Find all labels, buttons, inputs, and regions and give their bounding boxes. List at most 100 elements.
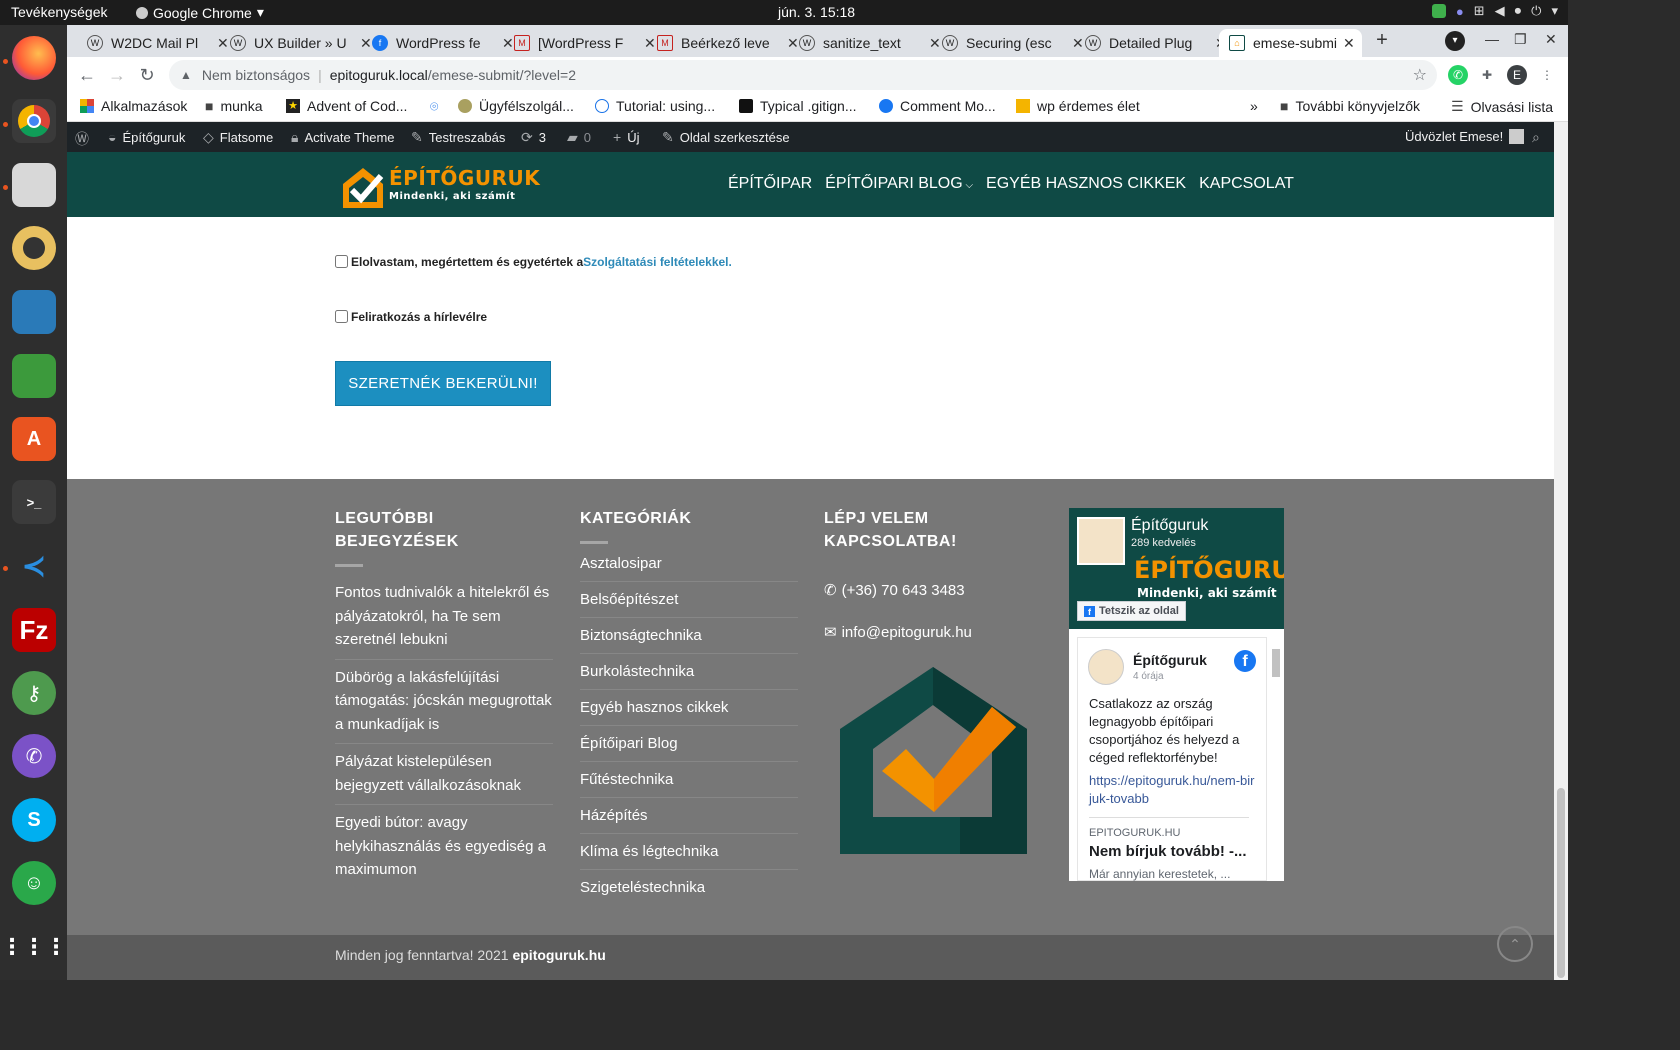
wp-account[interactable]: Üdvözlet Emese! (1405, 129, 1525, 144)
wp-new[interactable]: + Új (613, 129, 639, 145)
calc-icon[interactable] (12, 354, 56, 398)
back-icon[interactable]: ← (75, 63, 99, 87)
wp-site-name[interactable]: ◒ Építőguruk (108, 129, 185, 145)
skype-icon[interactable]: S (12, 798, 56, 842)
menu-kebab-icon[interactable]: ⋮ (1537, 65, 1557, 85)
terms-checkbox-row[interactable]: Elolvastam, megértettem és egyetértek aS… (335, 255, 732, 269)
terminal-icon[interactable]: >_ (12, 480, 56, 524)
activities-button[interactable]: Tevékenységek (11, 4, 108, 20)
wp-flatsome[interactable]: ◇ Flatsome (203, 129, 273, 146)
recent-post-link[interactable]: Pályázat kistelepülésen bejegyzett válla… (335, 744, 553, 805)
bookmark-folder[interactable]: ■ munka (205, 98, 263, 114)
chevron-down-icon[interactable]: ▾ (1551, 3, 1558, 19)
writer-icon[interactable] (12, 290, 56, 334)
nav-item-kapcsolat[interactable]: KAPCSOLAT (1199, 175, 1294, 193)
page-scrollbar[interactable] (1554, 122, 1568, 980)
linux-app-icon[interactable]: ☺ (12, 861, 56, 905)
tab[interactable]: W Securing (esc ✕ (932, 29, 1084, 57)
category-link[interactable]: Építőipari Blog (580, 726, 798, 762)
bookmark[interactable]: Tutorial: using... (595, 98, 715, 114)
terms-checkbox[interactable] (335, 255, 348, 268)
tab[interactable]: W W2DC Mail Pl ✕ (77, 29, 229, 57)
bookmark[interactable]: ⌾ (430, 98, 438, 115)
restore-icon[interactable]: ❐ (1514, 31, 1527, 48)
bookmarks-overflow-button[interactable]: » (1250, 98, 1258, 114)
bookmark[interactable]: Comment Mo... (879, 98, 996, 114)
bookmark-apps[interactable]: Alkalmazások (80, 98, 187, 114)
copyright-site[interactable]: epitoguruk.hu (512, 947, 605, 963)
category-link[interactable]: Asztalosipar (580, 546, 798, 582)
warning-icon[interactable]: ▲ (180, 68, 192, 82)
back-to-top-button[interactable]: ⌃ (1497, 926, 1533, 962)
bookmark[interactable]: Ügyfélszolgál... (458, 98, 574, 114)
fb-scrollbar[interactable] (1272, 637, 1280, 881)
fb-like-button[interactable]: f Tetszik az oldal (1077, 601, 1186, 621)
nav-item-blog[interactable]: ÉPÍTŐIPARI BLOG ⌵ (825, 175, 973, 193)
close-icon[interactable]: ✕ (1343, 35, 1355, 52)
wp-logo-button[interactable]: Ⓦ (75, 129, 89, 149)
category-link[interactable]: Házépítés (580, 798, 798, 834)
recent-post-link[interactable]: Fontos tudnivalók a hitelekről és pályáz… (335, 575, 553, 660)
forward-icon[interactable]: → (105, 63, 129, 87)
category-link[interactable]: Fűtéstechnika (580, 762, 798, 798)
software-icon[interactable]: A (12, 417, 56, 461)
whatsapp-extension-icon[interactable]: ✆ (1448, 65, 1468, 85)
tab[interactable]: WDetailed Plug✕ (1075, 29, 1227, 57)
site-logo[interactable]: ÉPÍTŐGURUK Mindenki, aki számít (339, 162, 540, 210)
wp-customize[interactable]: ✎ Testreszabás (411, 129, 505, 146)
category-link[interactable]: Belsőépítészet (580, 582, 798, 618)
category-link[interactable]: Biztonságtechnika (580, 618, 798, 654)
wp-updates[interactable]: ⟳ 3 (521, 129, 546, 146)
filezilla-icon[interactable]: Fz (12, 608, 56, 652)
fb-post-time[interactable]: 4 órája (1133, 671, 1164, 682)
app-menu[interactable]: Google Chrome ▾ (136, 4, 264, 21)
new-tab-button[interactable]: + (1370, 29, 1394, 53)
recent-post-link[interactable]: Egyedi bútor: avagy helykihasználás és e… (335, 805, 553, 889)
fb-post-link[interactable]: https://epitoguruk.hu/nem-birjuk-tovabb (1089, 772, 1257, 808)
power-icon[interactable]: ⏻ (1531, 3, 1541, 19)
firefox-icon[interactable] (12, 36, 56, 80)
contact-phone[interactable]: ✆ (+36) 70 643 3483 (824, 581, 1042, 600)
address-bar[interactable]: ▲ Nem biztonságos | epitoguruk.local /em… (169, 60, 1437, 90)
clock[interactable]: jún. 3. 15:18 (778, 4, 855, 20)
category-link[interactable]: Burkolástechnika (580, 654, 798, 690)
category-link[interactable]: Egyéb hasznos cikkek (580, 690, 798, 726)
terms-link[interactable]: Szolgáltatási feltételekkel. (583, 255, 732, 269)
tab[interactable]: M [WordPress F ✕ (504, 29, 656, 57)
security-label[interactable]: Nem biztonságos (202, 67, 310, 83)
category-link[interactable]: Klíma és légtechnika (580, 834, 798, 870)
tab-search-icon[interactable]: ▾ (1445, 31, 1465, 51)
bookmark-star-icon[interactable]: ☆ (1413, 65, 1427, 85)
close-window-icon[interactable]: ✕ (1545, 31, 1557, 48)
tab[interactable]: Wsanitize_text ✕ (789, 29, 941, 57)
scroll-thumb[interactable] (1557, 788, 1565, 978)
nav-item-epitoipar[interactable]: ÉPÍTŐIPAR (728, 175, 812, 193)
newsletter-checkbox[interactable] (335, 310, 348, 323)
scroll-thumb[interactable] (1272, 649, 1280, 677)
fb-link-title[interactable]: Nem bírjuk tovább! -... (1089, 843, 1249, 860)
reload-icon[interactable]: ↻ (135, 63, 159, 87)
nav-item-egyeb[interactable]: EGYÉB HASZNOS CIKKEK (986, 175, 1186, 193)
tab[interactable]: M Beérkező leve ✕ (647, 29, 799, 57)
contact-email[interactable]: ✉ info@epitoguruk.hu (824, 623, 1042, 642)
teams-icon[interactable]: ● (1456, 4, 1464, 19)
wp-activate-theme[interactable]: 🔒︎ Activate Theme (291, 129, 395, 146)
bookmark[interactable]: wp érdemes élet (1016, 98, 1140, 114)
facebook-icon[interactable]: f (1234, 650, 1256, 672)
search-icon[interactable]: ⌕ (1532, 129, 1540, 146)
bookmark[interactable]: ★ Advent of Cod... (286, 98, 407, 114)
recent-post-link[interactable]: Dübörög a lakásfelújítási támogatás: jóc… (335, 660, 553, 744)
files-icon[interactable] (12, 163, 56, 207)
wp-comments[interactable]: ▰ 0 (567, 129, 591, 146)
network-icon[interactable]: ⊞ (1474, 3, 1485, 19)
minimize-icon[interactable]: — (1485, 31, 1499, 47)
show-apps-icon[interactable]: ⋮⋮⋮ (1, 925, 67, 969)
wp-edit-page[interactable]: ✎ Oldal szerkesztése (662, 129, 790, 146)
tab[interactable]: W UX Builder » U ✕ (220, 29, 372, 57)
vscode-icon[interactable]: ≺ (12, 544, 56, 588)
reading-list-button[interactable]: ☰ Olvasási lista (1451, 98, 1553, 115)
bookmark[interactable]: Typical .gitign... (739, 98, 857, 114)
submit-button[interactable]: SZERETNÉK BEKERÜLNI! (335, 361, 551, 406)
shield-icon[interactable] (1431, 4, 1446, 18)
viber-icon[interactable]: ✆ (12, 734, 56, 778)
